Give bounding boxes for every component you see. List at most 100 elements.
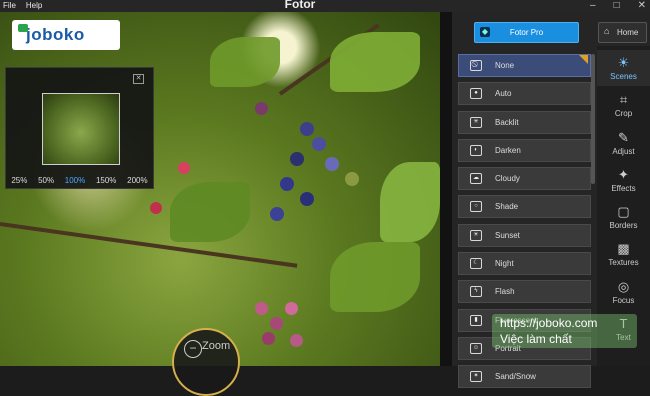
sun-icon: ☀	[617, 55, 630, 70]
scene-item-cloudy[interactable]: ☁ Cloudy	[458, 167, 591, 191]
tool-label: Effects	[611, 184, 636, 193]
portrait-icon: ☺	[470, 342, 482, 354]
grape	[150, 202, 162, 214]
zoom-level[interactable]: 200%	[127, 176, 147, 185]
checker-icon: ▩	[617, 241, 630, 256]
scene-label: Darken	[495, 145, 521, 155]
scene-label: Sand/Snow	[495, 372, 536, 382]
fluorescent-icon: ▮	[470, 314, 482, 326]
frame-icon: ▢	[617, 204, 630, 219]
zoom-level[interactable]: 150%	[96, 176, 116, 185]
scene-label: Backlit	[495, 117, 519, 127]
pencil-icon: ✎	[618, 130, 629, 145]
canvas-edge	[440, 12, 452, 366]
grape	[325, 157, 339, 171]
tool-scenes[interactable]: ☀ Scenes	[597, 50, 650, 86]
scene-label: None	[495, 61, 515, 70]
crop-icon: ⌗	[619, 92, 628, 107]
scene-label: Auto	[495, 89, 512, 99]
maximize-icon[interactable]: □	[614, 0, 620, 12]
scene-item-night[interactable]: ☾ Night	[458, 252, 591, 276]
joboko-logo: joboko	[12, 20, 120, 50]
grape	[290, 152, 304, 166]
scene-item-shade[interactable]: ○ Shade	[458, 195, 591, 219]
scene-list-scrollbar[interactable]	[591, 54, 595, 184]
scene-item-none[interactable]: ⃠ None	[458, 54, 591, 77]
scene-item-darken[interactable]: ◐ Darken	[458, 138, 591, 162]
sparkle-icon: ✦	[618, 167, 629, 182]
home-button[interactable]: ⌂ Home	[598, 22, 647, 43]
scene-label: Shade	[495, 202, 519, 212]
scene-item-sunset[interactable]: ☀ Sunset	[458, 223, 591, 247]
tool-label: Scenes	[610, 72, 637, 81]
focus-icon: ◎	[617, 279, 630, 294]
tool-effects[interactable]: ✦ Effects	[597, 162, 650, 198]
navigator-close-icon[interactable]: ✕	[133, 74, 144, 84]
grape	[300, 192, 314, 206]
moon-icon: ◐	[470, 144, 482, 156]
vine-branch	[0, 222, 298, 268]
scene-item-flash[interactable]: ϟ Flash	[458, 280, 591, 304]
grape	[270, 207, 284, 221]
backlight-icon: ✳	[470, 116, 482, 128]
watermark-tagline: Việc làm chất	[500, 332, 572, 346]
tool-crop[interactable]: ⌗ Crop	[597, 87, 650, 123]
pro-corner-badge	[579, 55, 588, 64]
grape	[290, 334, 303, 347]
scene-item-sand-snow[interactable]: ✶ Sand/Snow	[458, 365, 591, 389]
fotor-pro-label: Fotor Pro	[509, 28, 544, 37]
grape	[262, 332, 275, 345]
grape	[285, 302, 298, 315]
navigator-thumbnail[interactable]	[42, 93, 120, 165]
zoom-minus-icon: −	[184, 340, 202, 358]
home-label: Home	[617, 28, 639, 37]
no-symbol-icon: ⃠	[470, 60, 482, 71]
grape	[255, 302, 268, 315]
tool-label: Crop	[614, 109, 633, 118]
zoom-level-active[interactable]: 100%	[65, 176, 85, 185]
minimize-icon[interactable]: –	[590, 0, 596, 12]
camera-icon: ●	[470, 88, 482, 100]
scene-item-backlit[interactable]: ✳ Backlit	[458, 110, 591, 134]
tool-focus[interactable]: ◎ Focus	[597, 274, 650, 310]
tool-label: Focus	[612, 296, 635, 305]
home-icon: ⌂	[604, 26, 610, 36]
tool-adjust[interactable]: ✎ Adjust	[597, 125, 650, 161]
snow-icon: ✶	[470, 371, 482, 383]
scene-label: Sunset	[495, 230, 520, 240]
tool-borders[interactable]: ▢ Borders	[597, 199, 650, 235]
grape	[300, 122, 314, 136]
tool-label: Borders	[609, 221, 638, 230]
grape	[255, 102, 268, 115]
fotor-pro-button[interactable]: ◆ Fotor Pro	[474, 22, 579, 43]
window-controls: – □ ✕	[590, 0, 646, 12]
photo-canvas[interactable]	[0, 12, 452, 366]
tool-label: Textures	[608, 258, 639, 267]
scene-label: Flash	[495, 287, 515, 297]
leaf	[330, 32, 420, 92]
navigator-panel: ✕ 25% 50% 100% 150% 200%	[5, 67, 154, 189]
leaf	[210, 37, 280, 87]
zoom-level[interactable]: 50%	[38, 176, 54, 185]
watermark-url: https://joboko.com	[500, 316, 598, 330]
shade-icon: ○	[470, 201, 482, 213]
grape	[178, 162, 190, 174]
flash-icon: ϟ	[470, 286, 482, 298]
scene-item-auto[interactable]: ● Auto	[458, 82, 591, 106]
scene-label: Cloudy	[495, 174, 520, 184]
tool-label: Adjust	[612, 147, 635, 156]
leaf	[330, 242, 420, 312]
leaf	[380, 162, 440, 242]
scene-label: Night	[495, 259, 514, 269]
leaf	[170, 182, 250, 242]
cloud-icon: ☁	[470, 173, 482, 185]
tool-textures[interactable]: ▩ Textures	[597, 236, 650, 272]
zoom-button[interactable]: − Zoom	[172, 328, 240, 396]
night-icon: ☾	[470, 258, 482, 270]
sunset-icon: ☀	[470, 229, 482, 241]
zoom-label: Zoom	[202, 340, 231, 352]
grape	[312, 137, 326, 151]
grape	[270, 317, 283, 330]
close-icon[interactable]: ✕	[638, 0, 646, 12]
zoom-level[interactable]: 25%	[11, 176, 27, 185]
